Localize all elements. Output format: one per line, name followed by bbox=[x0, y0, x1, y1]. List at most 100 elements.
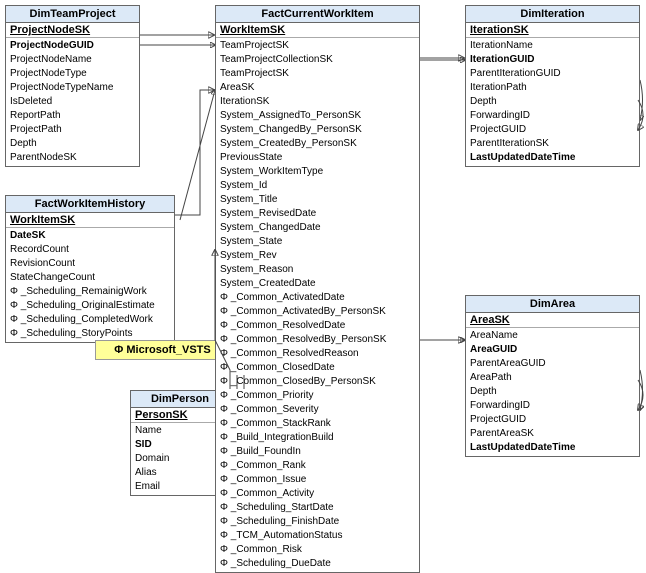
field-stackrank: Φ _Common_StackRank bbox=[220, 417, 415, 431]
field-duedate: Φ _Scheduling_DueDate bbox=[220, 557, 415, 571]
field-teamprojectcollectionsk: TeamProjectCollectionSK bbox=[220, 53, 415, 67]
microsoft-vsts-box: Φ Microsoft_VSTS bbox=[95, 340, 230, 360]
field-createddate: System_CreatedDate bbox=[220, 277, 415, 291]
field-name: Name bbox=[135, 424, 225, 438]
field-reviseddate: System_RevisedDate bbox=[220, 207, 415, 221]
field-area-depth: Depth bbox=[470, 385, 635, 399]
field-finishdate: Φ _Scheduling_FinishDate bbox=[220, 515, 415, 529]
entity-dimarea-pk: AreaSK bbox=[466, 313, 639, 328]
microsoft-vsts-label: Φ Microsoft_VSTS bbox=[114, 344, 210, 356]
field-iterationguid: IterationGUID bbox=[470, 53, 635, 67]
field-changeddate: System_ChangedDate bbox=[220, 221, 415, 235]
field-area-projectguid: ProjectGUID bbox=[470, 413, 635, 427]
field-state: System_State bbox=[220, 235, 415, 249]
field-rev: System_Rev bbox=[220, 249, 415, 263]
field-parentareaguid: ParentAreaGUID bbox=[470, 357, 635, 371]
field-projectnodetypename: ProjectNodeTypeName bbox=[10, 81, 135, 95]
field-parentiterationguid: ParentIterationGUID bbox=[470, 67, 635, 81]
field-sid: SID bbox=[135, 438, 225, 452]
field-foundin: Φ _Build_FoundIn bbox=[220, 445, 415, 459]
field-alias: Alias bbox=[135, 466, 225, 480]
entity-factcurrentworkitem-pk: WorkItemSK bbox=[216, 23, 419, 38]
entity-factcurrentworkitem-fields: TeamProjectSK TeamProjectCollectionSK Te… bbox=[216, 38, 419, 572]
field-severity: Φ _Common_Severity bbox=[220, 403, 415, 417]
field-teamprojectsk2: TeamProjectSK bbox=[220, 67, 415, 81]
field-datesk: DateSK bbox=[10, 229, 170, 243]
diagram-container: DimTeamProject ProjectNodeSK ProjectNode… bbox=[0, 0, 646, 540]
field-schedulingstorypoints: Φ _Scheduling_StoryPoints bbox=[10, 327, 170, 341]
entity-factcurrentworkitem: FactCurrentWorkItem WorkItemSK TeamProje… bbox=[215, 5, 420, 573]
field-iterationpath: IterationPath bbox=[470, 81, 635, 95]
entity-factworkitemhistory: FactWorkItemHistory WorkItemSK DateSK Re… bbox=[5, 195, 175, 343]
field-areapath: AreaPath bbox=[470, 371, 635, 385]
entity-factworkitemhistory-fields: DateSK RecordCount RevisionCount StateCh… bbox=[6, 228, 174, 342]
field-revisioncount: RevisionCount bbox=[10, 257, 170, 271]
field-area-lastupdated: LastUpdatedDateTime bbox=[470, 441, 635, 455]
field-activateddate: Φ _Common_ActivatedDate bbox=[220, 291, 415, 305]
entity-dimteamproject-header: DimTeamProject bbox=[6, 6, 139, 23]
field-parentnodesk: ParentNodeSK bbox=[10, 151, 135, 165]
field-schedulingcompleted: Φ _Scheduling_CompletedWork bbox=[10, 313, 170, 327]
field-risk: Φ _Common_Risk bbox=[220, 543, 415, 557]
entity-factcurrentworkitem-header: FactCurrentWorkItem bbox=[216, 6, 419, 23]
field-schedulingremaining: Φ _Scheduling_RemainigWork bbox=[10, 285, 170, 299]
entity-dimarea-header: DimArea bbox=[466, 296, 639, 313]
field-iterationsk: IterationSK bbox=[220, 95, 415, 109]
field-areask: AreaSK bbox=[220, 81, 415, 95]
field-closedby: Φ _Common_ClosedBy_PersonSK bbox=[220, 375, 415, 389]
entity-dimteamproject: DimTeamProject ProjectNodeSK ProjectNode… bbox=[5, 5, 140, 167]
field-parentiterationsk: ParentIterationSK bbox=[470, 137, 635, 151]
field-areaname: AreaName bbox=[470, 329, 635, 343]
field-previousstate: PreviousState bbox=[220, 151, 415, 165]
entity-factworkitemhistory-pk: WorkItemSK bbox=[6, 213, 174, 228]
field-startdate: Φ _Scheduling_StartDate bbox=[220, 501, 415, 515]
field-changedby: System_ChangedBy_PersonSK bbox=[220, 123, 415, 137]
entity-dimiteration: DimIteration IterationSK IterationName I… bbox=[465, 5, 640, 167]
field-schedulingoriginal: Φ _Scheduling_OriginalEstimate bbox=[10, 299, 170, 313]
field-reason: System_Reason bbox=[220, 263, 415, 277]
field-createdby: System_CreatedBy_PersonSK bbox=[220, 137, 415, 151]
field-resolvedreason: Φ _Common_ResolvedReason bbox=[220, 347, 415, 361]
field-areaguid: AreaGUID bbox=[470, 343, 635, 357]
field-domain: Domain bbox=[135, 452, 225, 466]
field-statechangecount: StateChangeCount bbox=[10, 271, 170, 285]
field-iteration-forwardingid: ForwardingID bbox=[470, 109, 635, 123]
entity-dimteamproject-fields: ProjectNodeGUID ProjectNodeName ProjectN… bbox=[6, 38, 139, 166]
field-priority: Φ _Common_Priority bbox=[220, 389, 415, 403]
field-iterationname: IterationName bbox=[470, 39, 635, 53]
field-parentareask: ParentAreaSK bbox=[470, 427, 635, 441]
field-rank: Φ _Common_Rank bbox=[220, 459, 415, 473]
field-activity: Φ _Common_Activity bbox=[220, 487, 415, 501]
field-integrationbuild: Φ _Build_IntegrationBuild bbox=[220, 431, 415, 445]
entity-dimiteration-header: DimIteration bbox=[466, 6, 639, 23]
field-workitemtype: System_WorkItemType bbox=[220, 165, 415, 179]
field-resolveddate: Φ _Common_ResolvedDate bbox=[220, 319, 415, 333]
field-projectnodetype: ProjectNodeType bbox=[10, 67, 135, 81]
entity-dimteamproject-pk: ProjectNodeSK bbox=[6, 23, 139, 38]
field-isdeleted: IsDeleted bbox=[10, 95, 135, 109]
entity-dimiteration-pk: IterationSK bbox=[466, 23, 639, 38]
entity-factworkitemhistory-header: FactWorkItemHistory bbox=[6, 196, 174, 213]
field-iteration-projectguid: ProjectGUID bbox=[470, 123, 635, 137]
field-activatedby: Φ _Common_ActivatedBy_PersonSK bbox=[220, 305, 415, 319]
field-automationstatus: Φ _TCM_AutomationStatus bbox=[220, 529, 415, 543]
field-assignedto: System_AssignedTo_PersonSK bbox=[220, 109, 415, 123]
field-teamprojectsk: TeamProjectSK bbox=[220, 39, 415, 53]
field-email: Email bbox=[135, 480, 225, 494]
entity-dimiteration-fields: IterationName IterationGUID ParentIterat… bbox=[466, 38, 639, 166]
field-depth: Depth bbox=[10, 137, 135, 151]
field-iteration-depth: Depth bbox=[470, 95, 635, 109]
field-resolvedby: Φ _Common_ResolvedBy_PersonSK bbox=[220, 333, 415, 347]
field-iteration-lastupdated: LastUpdatedDateTime bbox=[470, 151, 635, 165]
field-recordcount: RecordCount bbox=[10, 243, 170, 257]
field-area-forwardingid: ForwardingID bbox=[470, 399, 635, 413]
entity-dimarea: DimArea AreaSK AreaName AreaGUID ParentA… bbox=[465, 295, 640, 457]
field-reportpath: ReportPath bbox=[10, 109, 135, 123]
field-systemid: System_Id bbox=[220, 179, 415, 193]
field-closeddate: Φ _Common_ClosedDate bbox=[220, 361, 415, 375]
entity-dimarea-fields: AreaName AreaGUID ParentAreaGUID AreaPat… bbox=[466, 328, 639, 456]
field-projectpath: ProjectPath bbox=[10, 123, 135, 137]
field-projectnodename: ProjectNodeName bbox=[10, 53, 135, 67]
field-systemtitle: System_Title bbox=[220, 193, 415, 207]
field-projectnodeguid: ProjectNodeGUID bbox=[10, 39, 135, 53]
